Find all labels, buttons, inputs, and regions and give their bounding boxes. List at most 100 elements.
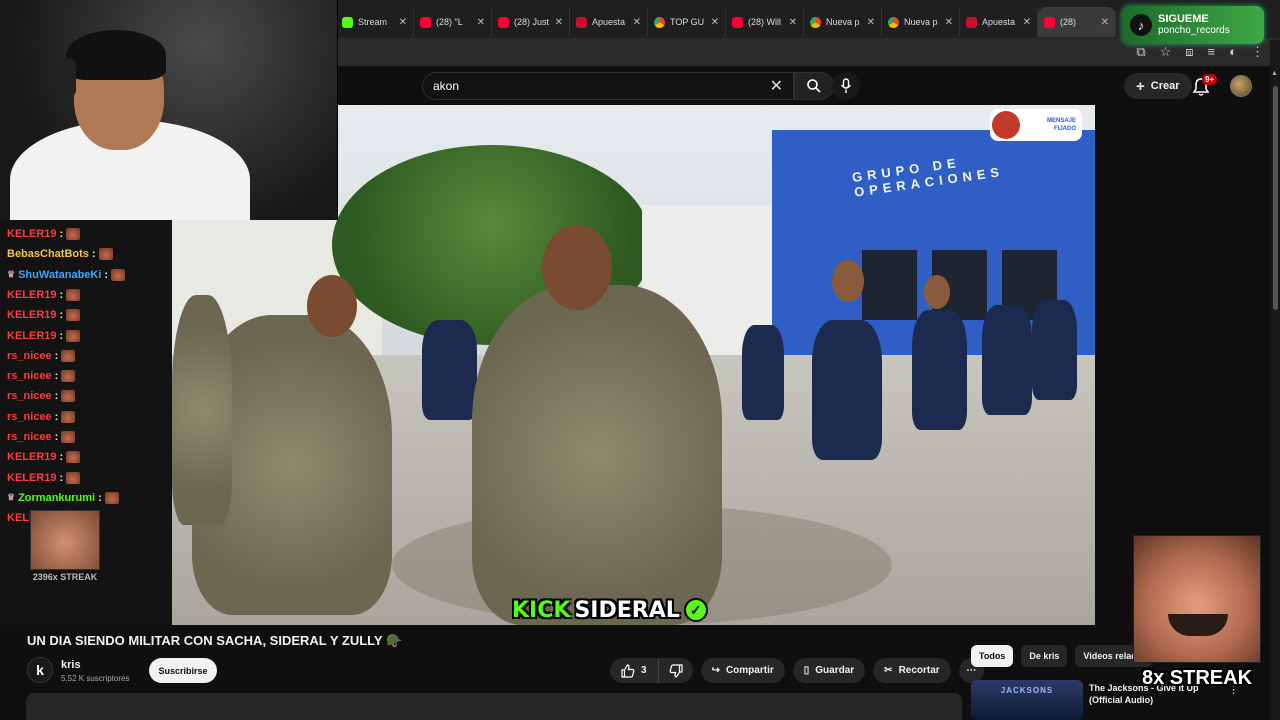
chat-emote-icon	[66, 228, 81, 240]
chat-username: rs_nicee	[7, 410, 52, 423]
browser-tab[interactable]: TOP GU ✕	[648, 7, 726, 37]
chrome-favicon-icon	[888, 16, 899, 28]
chat-username: rs_nicee	[7, 431, 52, 443]
browser-tab[interactable]: Nueva p ✕	[804, 7, 882, 37]
tab-label: Apuesta	[982, 17, 1016, 27]
kick-sideral-watermark: KICK SIDERAL ✓	[512, 595, 708, 625]
chip-all[interactable]: Todos	[971, 645, 1014, 667]
browser-tab[interactable]: (28) Will ✕	[726, 7, 804, 37]
stream-chat-overlay: KELER19: BebasChatBots: ♛ ShuWatanabeKi: KEL…	[0, 220, 172, 625]
chat-username: rs_nicee	[7, 390, 52, 403]
tiktok-icon: ♪	[1130, 14, 1152, 36]
chat-separator: :	[54, 370, 59, 383]
tab-close-icon[interactable]: ✕	[711, 17, 719, 28]
chat-separator: :	[59, 288, 64, 301]
tab-close-icon[interactable]: ✕	[555, 17, 563, 28]
chat-separator: :	[54, 349, 59, 362]
tab-close-icon[interactable]: ✕	[1023, 17, 1031, 28]
streak-big-emote-image	[1133, 535, 1261, 663]
chat-separator: :	[59, 451, 64, 464]
browser-tab[interactable]: (28) Just ✕	[492, 7, 570, 37]
chat-message: rs_nicee:	[7, 387, 76, 405]
voice-search-button[interactable]	[832, 72, 860, 100]
save-button[interactable]: ▯ Guardar	[792, 658, 866, 683]
video-actions: 3 ↪ Compartir ▯ Guardar ✂ Recortar ⋯	[610, 658, 984, 683]
emote-mouth	[1168, 614, 1228, 636]
chat-message: KELER19:	[7, 286, 81, 304]
thumbnail-text: JACKSONS	[1000, 686, 1054, 695]
browser-tab[interactable]: (28) ✕	[1038, 7, 1116, 37]
bookmark-star-icon[interactable]: ☆	[1160, 44, 1172, 60]
menu-dots-icon[interactable]: ⋮	[1251, 44, 1264, 60]
webcam-headphones	[58, 58, 76, 98]
chat-emote-icon	[66, 309, 81, 322]
tiktok-follow-overlay: ♪ SIGUEME poncho_records	[1122, 6, 1264, 44]
clip-button[interactable]: ✂ Recortar	[873, 658, 951, 683]
soldier-head	[307, 275, 357, 337]
watermark-face	[992, 111, 1020, 139]
sideral-word: SIDERAL	[574, 597, 680, 623]
chat-separator: :	[54, 390, 59, 403]
chat-username: BebasChatBots	[7, 248, 89, 261]
chat-username: rs_nicee	[7, 370, 52, 383]
tab-close-icon[interactable]: ✕	[399, 17, 407, 28]
recommended-video-thumbnail[interactable]: JACKSONS	[971, 680, 1083, 720]
chip-from-channel[interactable]: De kris	[1021, 645, 1068, 667]
search-input[interactable]: akon ✕	[422, 72, 794, 100]
chat-message: KELER19:	[7, 327, 81, 345]
scroll-up-arrow-icon[interactable]: ▲	[1271, 70, 1278, 77]
browser-tab[interactable]: Stream ✕	[336, 7, 414, 37]
browser-tab[interactable]: Nueva p ✕	[882, 7, 960, 37]
like-button[interactable]: 3	[610, 658, 659, 683]
chrome-favicon-icon	[810, 16, 821, 28]
tab-close-icon[interactable]: ✕	[867, 17, 875, 28]
subscribe-button[interactable]: Suscribirse	[149, 658, 217, 683]
channel-name[interactable]: kris	[61, 659, 81, 671]
chat-message: rs_nicee:	[7, 347, 76, 365]
tab-label: Nueva p	[904, 17, 938, 27]
chat-username: KELER19	[7, 451, 57, 464]
plus-icon: +	[1136, 77, 1145, 95]
chat-message: KELER19:	[7, 448, 81, 466]
install-app-icon[interactable]: ⧉	[1136, 44, 1145, 60]
chat-emote-icon	[98, 248, 113, 261]
browser-tab[interactable]: Apuesta ✕	[960, 7, 1038, 37]
create-button[interactable]: + Crear	[1124, 73, 1192, 99]
chat-separator: :	[91, 248, 96, 261]
chat-badge-icon: ♛	[7, 269, 16, 280]
media-control-icon[interactable]: ≡	[1208, 44, 1216, 60]
video-title: UN DIA SIENDO MILITAR CON SACHA, SIDERAL…	[27, 633, 403, 648]
soldier-figure	[172, 295, 232, 525]
chat-username: KELER19	[7, 471, 57, 484]
dislike-button[interactable]	[658, 658, 693, 683]
chat-username: KELER19	[7, 309, 57, 322]
tab-close-icon[interactable]: ✕	[789, 17, 797, 28]
tab-label: (28) Just	[514, 17, 550, 27]
streak-small-overlay: 2396x STREAK	[30, 510, 100, 590]
channel-avatar[interactable]: k	[27, 657, 53, 683]
page-scrollbar[interactable]: ▲	[1270, 40, 1280, 720]
tab-label: (28) "L	[436, 17, 463, 27]
tab-close-icon[interactable]: ✕	[477, 17, 485, 28]
soldier-head	[542, 225, 612, 310]
chat-emote-icon	[61, 410, 76, 423]
apuesta-favicon-icon	[966, 16, 977, 28]
browser-tab[interactable]: Apuesta ✕	[570, 7, 648, 37]
search-button[interactable]	[794, 72, 834, 100]
extensions-icon[interactable]: ⧈	[1185, 44, 1193, 60]
profile-icon[interactable]: ◐	[1229, 44, 1237, 60]
clear-search-icon[interactable]: ✕	[770, 76, 783, 96]
scrollbar-thumb[interactable]	[1273, 86, 1278, 310]
user-avatar[interactable]	[1230, 75, 1252, 97]
chat-emote-icon	[111, 268, 126, 281]
description-box[interactable]	[26, 693, 962, 720]
browser-tab[interactable]: (28) "L ✕	[414, 7, 492, 37]
tab-label: (28) Will	[748, 17, 781, 27]
tab-close-icon[interactable]: ✕	[1101, 17, 1109, 28]
share-button[interactable]: ↪ Compartir	[700, 658, 785, 683]
chat-separator: :	[59, 228, 64, 240]
tab-close-icon[interactable]: ✕	[633, 17, 641, 28]
chat-emote-icon	[66, 451, 81, 464]
watermark-line1: MENSAJE	[1046, 118, 1076, 124]
tab-close-icon[interactable]: ✕	[945, 17, 953, 28]
